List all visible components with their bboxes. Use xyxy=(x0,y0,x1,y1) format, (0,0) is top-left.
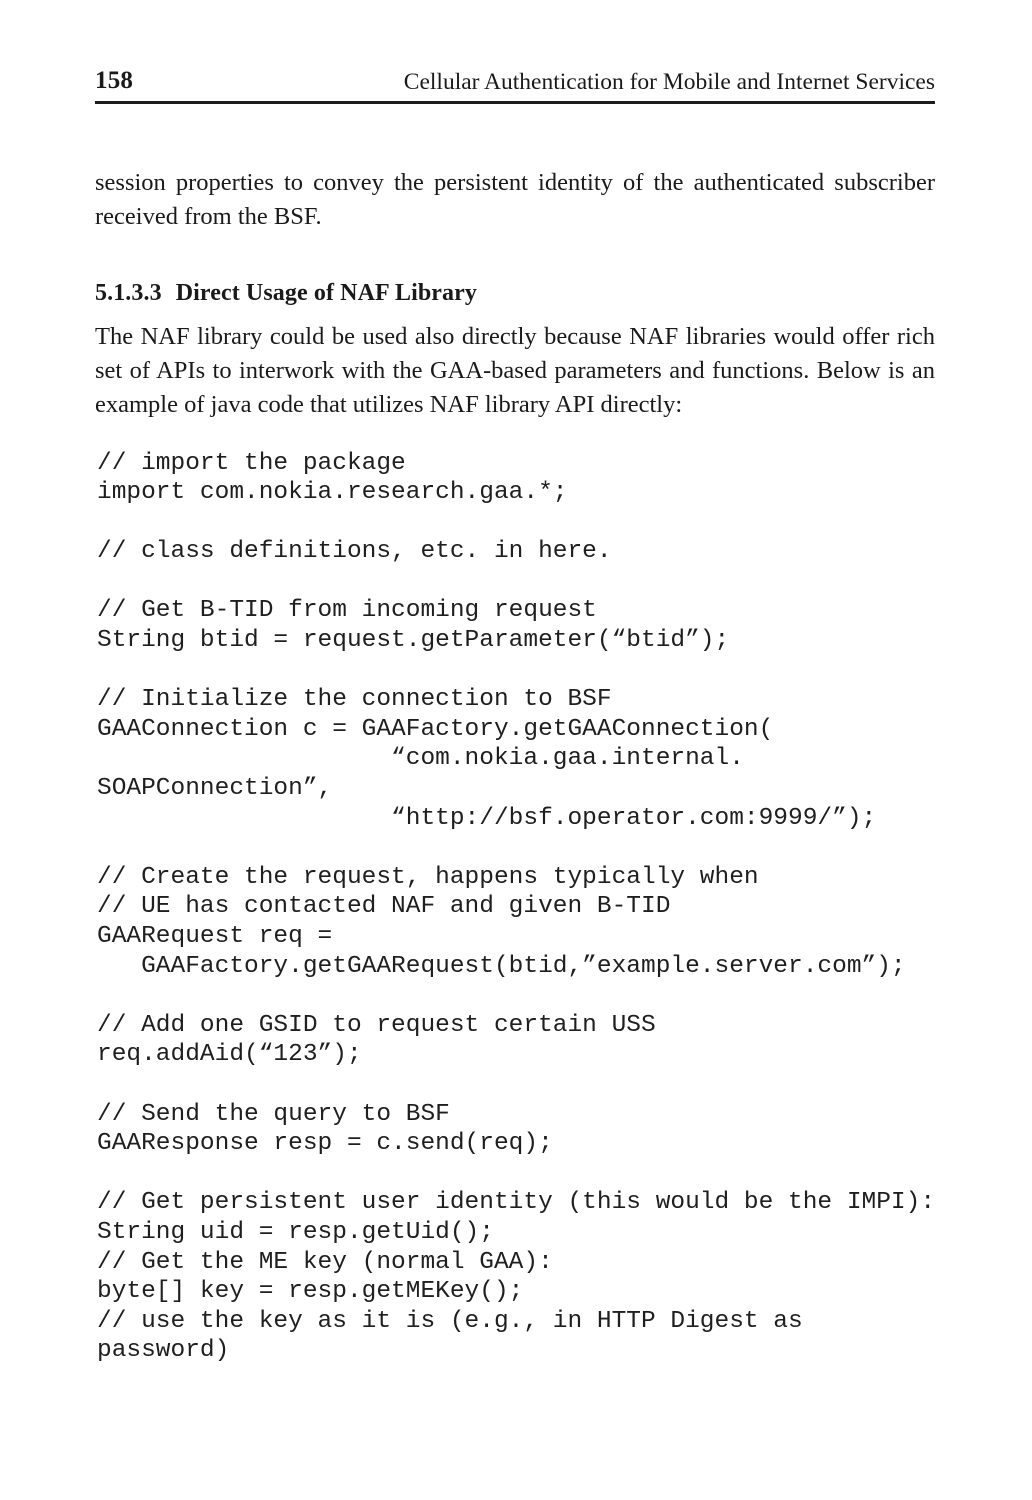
code-line: String btid = request.getParameter(“btid… xyxy=(97,627,730,655)
code-line: // Send the query to BSF xyxy=(97,1100,450,1128)
code-line: req.addAid(“123”); xyxy=(97,1041,362,1069)
code-line: // Add one GSID to request certain USS xyxy=(97,1011,656,1039)
section-number: 5.1.3.3 xyxy=(95,280,162,306)
header-divider-rule xyxy=(95,101,935,104)
code-line: SOAPConnection”, xyxy=(97,775,333,803)
code-line: // UE has contacted NAF and given B-TID xyxy=(97,893,671,921)
page-number: 158 xyxy=(95,67,134,94)
code-line: // Initialize the connection to BSF xyxy=(97,686,612,714)
code-line: import com.nokia.research.gaa.*; xyxy=(97,479,568,507)
code-listing: // import the package import com.nokia.re… xyxy=(97,449,957,1366)
book-running-title: Cellular Authentication for Mobile and I… xyxy=(403,69,935,95)
code-line: String uid = resp.getUid(); xyxy=(97,1218,494,1246)
code-line: password) xyxy=(97,1337,230,1365)
code-line: // class definitions, etc. in here. xyxy=(97,538,612,566)
code-line: // use the key as it is (e.g., in HTTP D… xyxy=(97,1307,803,1335)
code-line: // Get B-TID from incoming request xyxy=(97,597,597,625)
code-line: // Create the request, happens typically… xyxy=(97,863,759,891)
paragraph-intro: session properties to convey the persist… xyxy=(95,168,935,230)
document-page: 158 Cellular Authentication for Mobile a… xyxy=(95,0,935,1500)
code-line: “com.nokia.gaa.internal. xyxy=(97,745,744,773)
running-head: 158 Cellular Authentication for Mobile a… xyxy=(95,66,935,100)
code-line: // import the package xyxy=(97,449,406,477)
code-line: “http://bsf.operator.com:9999/”); xyxy=(97,804,877,832)
code-line: // Get the ME key (normal GAA): xyxy=(97,1248,553,1276)
section-heading: 5.1.3.3 Direct Usage of NAF Library xyxy=(95,278,935,308)
code-line: GAAFactory.getGAARequest(btid,”example.s… xyxy=(97,952,906,980)
code-line: GAAResponse resp = c.send(req); xyxy=(97,1130,553,1158)
section-title: Direct Usage of NAF Library xyxy=(175,280,477,306)
code-line: // Get persistent user identity (this wo… xyxy=(97,1189,936,1217)
code-line: byte[] key = resp.getMEKey(); xyxy=(97,1278,524,1306)
code-line: GAAConnection c = GAAFactory.getGAAConne… xyxy=(97,715,774,743)
code-line: GAARequest req = xyxy=(97,923,333,950)
paragraph-naf-library: The NAF library could be used also direc… xyxy=(95,322,935,418)
